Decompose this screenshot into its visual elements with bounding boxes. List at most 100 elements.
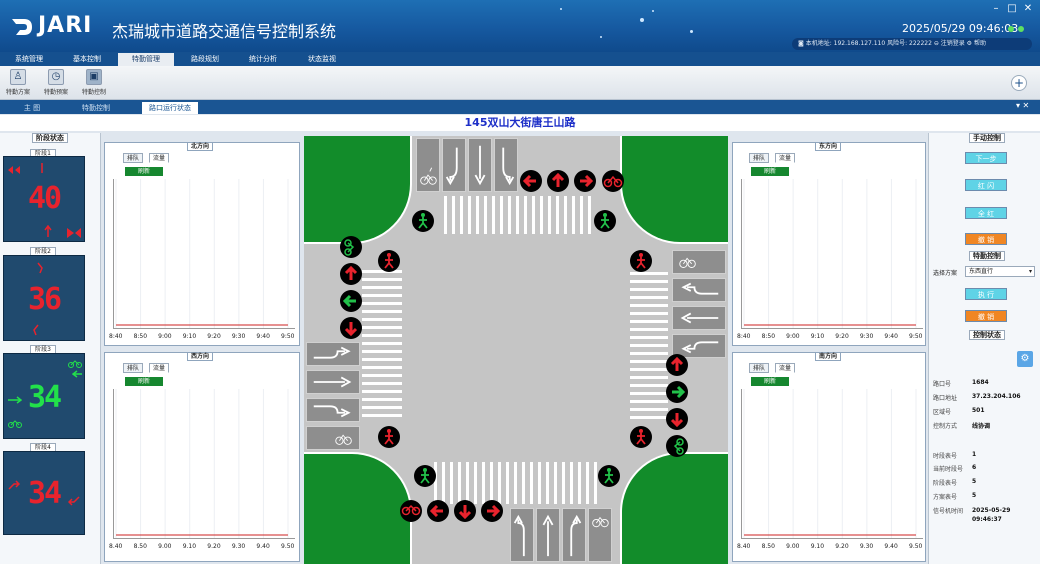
tab-main-map[interactable]: 主 图 [4, 102, 60, 114]
x-tick-label: 9:20 [835, 333, 849, 340]
x-tick-label: 9.50 [909, 543, 923, 550]
settings-gear-icon[interactable]: ⚙ [1017, 351, 1033, 367]
south-crosswalk [434, 462, 597, 504]
x-tick-label: 9.10 [810, 543, 825, 550]
tab-bar: 主 图 特勤控制 路口运行状态 ▾ ✕ [0, 100, 1040, 114]
countdown: 40 [28, 181, 62, 216]
x-tick-label: 9:00 [786, 333, 800, 340]
east-ped-signal-south [630, 426, 652, 448]
east-signal-straight [666, 381, 688, 403]
east-signal-up [666, 354, 688, 376]
bike-icon [68, 360, 82, 368]
bike-icon [8, 420, 22, 428]
manual-cancel-button[interactable]: 撤 销 [965, 233, 1007, 245]
refresh-button[interactable]: 刷新 [751, 377, 789, 386]
plan-label: 选择方案 [933, 270, 958, 277]
status-key: 当前时段号 [933, 466, 964, 473]
east-lane-straight [672, 306, 726, 330]
tab-flow[interactable]: 流量 [775, 363, 796, 373]
x-tick-label: 9:10 [810, 333, 825, 340]
clock: 2025/05/29 09:46:03 [902, 22, 1019, 35]
x-tick-label: 9.40 [256, 543, 270, 550]
south-lane-left [510, 508, 534, 562]
special-control-button[interactable]: ▣ 特勤控制 [76, 68, 112, 98]
north-crosswalk [444, 196, 591, 234]
intersection-map [304, 136, 728, 564]
menu-special-duty[interactable]: 特勤管理 [118, 53, 174, 66]
red-flash-button[interactable]: 红 闪 [965, 179, 1007, 191]
panel-title: 东方向 [815, 142, 842, 151]
tab-queue[interactable]: 排队 [123, 153, 144, 163]
arrow-icon [8, 166, 20, 174]
menu-status-monitor[interactable]: 状态监视 [294, 53, 350, 66]
south-signal-bike [400, 500, 422, 522]
west-chart-panel: 西方向 排队 流量 刷新 8.40 8.50 9.00 9.10 9.20 9.30 9.4… [104, 352, 300, 562]
status-key: 时段表号 [933, 453, 958, 460]
x-tick-label: 9.00 [158, 543, 172, 550]
tab-flow[interactable]: 流量 [149, 153, 170, 163]
arrow-icon [68, 496, 80, 506]
menu-bar: 系统管理 基本控制 特勤管理 路段规划 统计分析 状态监视 [0, 52, 1040, 66]
minimize-button[interactable]: – [990, 4, 1002, 14]
plan-select[interactable]: 东西直行 ▾ [965, 266, 1035, 277]
status-value: 1 [972, 451, 977, 458]
south-plot [741, 389, 923, 539]
execute-button[interactable]: 执 行 [965, 288, 1007, 300]
tab-queue[interactable]: 排队 [749, 153, 770, 163]
close-button[interactable]: ✕ [1022, 4, 1034, 14]
x-tick-label: 9:40 [256, 333, 270, 340]
refresh-button[interactable]: 刷新 [125, 167, 163, 176]
west-crosswalk [362, 270, 402, 417]
south-lane-straight [536, 508, 560, 562]
x-tick-label: 9:10 [182, 333, 197, 340]
special-preplan-button[interactable]: ◷ 特勤预案 [38, 68, 74, 98]
control-icon: ▣ [86, 69, 102, 85]
west-signal-bike [340, 236, 362, 258]
tab-special-control[interactable]: 特勤控制 [64, 102, 128, 114]
next-step-button[interactable]: 下一步 [965, 152, 1007, 164]
x-tick-label: 8:50 [133, 333, 148, 340]
north-signal-left [520, 170, 542, 192]
tab-flow[interactable]: 流量 [149, 363, 170, 373]
south-signal-right [481, 500, 503, 522]
north-bike-lane [416, 138, 440, 192]
panel-title: 北方向 [187, 142, 214, 151]
tab-menu-controls[interactable]: ▾ ✕ [1016, 101, 1029, 110]
x-tick-label: 9.00 [786, 543, 800, 550]
add-button[interactable]: + [1011, 75, 1027, 91]
phase-status-panel: 阶段状态 阶段1 40 阶段2 36 阶段3 34 阶段4 34 [0, 133, 101, 564]
corner-green-sw [304, 452, 412, 564]
tab-queue[interactable]: 排队 [749, 363, 770, 373]
menu-system[interactable]: 系统管理 [4, 53, 54, 66]
menu-basic-control[interactable]: 基本控制 [60, 53, 114, 66]
manual-control-title: 手动控制 [969, 133, 1005, 143]
menu-route-plan[interactable]: 路段规划 [178, 53, 232, 66]
x-tick-label: 8:40 [737, 333, 751, 340]
logo-text: JARI [38, 13, 93, 38]
all-red-button[interactable]: 全 红 [965, 207, 1007, 219]
panel-title: 西方向 [187, 352, 214, 361]
x-tick-label: 9:30 [859, 333, 874, 340]
west-ped-signal-north [378, 250, 400, 272]
intersection-title: 145双山大街唐王山路 [0, 115, 1040, 131]
info-bar[interactable]: ◙ 本机地址: 192.168.127.110 风险号: 222222 ⊖ 注销… [792, 38, 1032, 50]
tab-flow[interactable]: 流量 [775, 153, 796, 163]
north-lane-right [494, 138, 518, 192]
special-cancel-button[interactable]: 撤 销 [965, 310, 1007, 322]
title-bar: JARI 杰瑞城市道路交通信号控制系统 2025/05/29 09:46:03 … [0, 0, 1040, 52]
tab-intersection-status[interactable]: 路口运行状态 [142, 102, 198, 114]
north-lane-left [442, 138, 466, 192]
special-plan-button[interactable]: ♙ 特勤方案 [0, 68, 36, 98]
refresh-button[interactable]: 刷新 [125, 377, 163, 386]
west-lane-right [306, 342, 360, 366]
maximize-button[interactable]: □ [1006, 4, 1018, 14]
refresh-button[interactable]: 刷新 [751, 167, 789, 176]
phase-display-3: 34 [3, 353, 85, 439]
menu-statistics[interactable]: 统计分析 [236, 53, 290, 66]
status-value: 6 [972, 464, 977, 471]
countdown: 34 [28, 476, 62, 511]
control-status-title: 控制状态 [969, 330, 1005, 340]
toolbar: ♙ 特勤方案 ◷ 特勤预案 ▣ 特勤控制 [0, 66, 1040, 100]
arrow-icon [44, 225, 52, 237]
tab-queue[interactable]: 排队 [123, 363, 144, 373]
